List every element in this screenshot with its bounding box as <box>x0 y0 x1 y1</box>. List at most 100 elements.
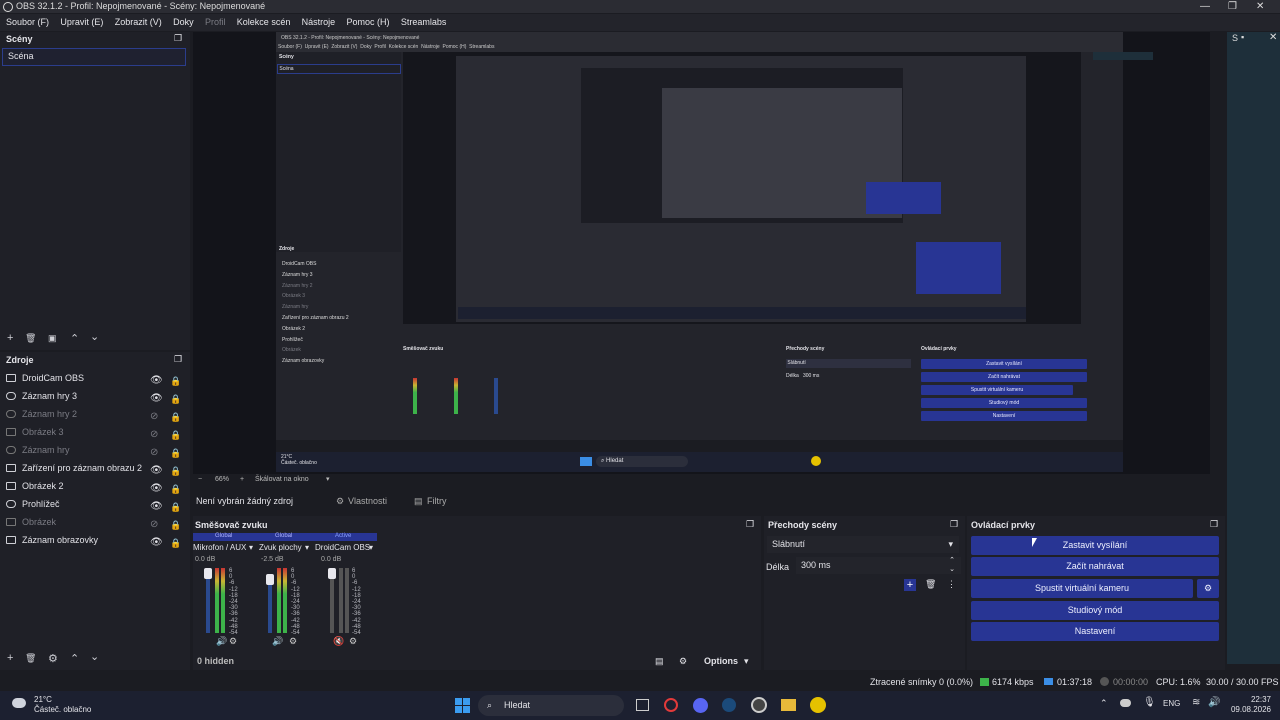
source-item[interactable]: Obrázek ⊘ 🔒 <box>0 513 190 531</box>
clock-date[interactable]: 09.08.2026 <box>1228 705 1271 714</box>
source-item[interactable]: Záznam obrazovky 👁 🔒 <box>0 531 190 549</box>
clock-time[interactable]: 22:37 <box>1243 695 1271 704</box>
menu-help[interactable]: Pomoc (H) <box>347 14 390 31</box>
channel-name[interactable]: DroidCam OBS <box>315 543 370 552</box>
weather-icon[interactable] <box>12 698 26 708</box>
move-up-icon[interactable]: ⌃ <box>70 332 79 345</box>
discord-icon[interactable] <box>693 698 708 713</box>
undock-icon[interactable]: ❐ <box>174 354 182 365</box>
chevron-down-icon[interactable]: ▾ <box>744 656 749 667</box>
filters-button[interactable]: Filtry <box>427 492 447 510</box>
menu-edit[interactable]: Upravit (E) <box>60 14 103 31</box>
zoom-out-button[interactable]: − <box>198 474 202 486</box>
start-virtual-camera-button[interactable]: Spustit virtuální kameru <box>971 579 1193 598</box>
stop-streaming-button[interactable]: Zastavit vysílání <box>971 536 1219 555</box>
speaker-muted-icon[interactable]: 🔇 <box>333 636 344 647</box>
opera-icon[interactable] <box>664 698 678 712</box>
close-button[interactable]: ✕ <box>1256 0 1264 13</box>
speaker-icon[interactable]: 🔊 <box>272 636 283 647</box>
volume-slider-handle[interactable] <box>204 568 212 579</box>
volume-slider-track[interactable] <box>206 570 210 633</box>
source-item[interactable]: Záznam hry ⊘ 🔒 <box>0 441 190 459</box>
options-button[interactable]: Options <box>704 656 738 666</box>
obs-taskbar-icon[interactable] <box>751 697 767 713</box>
chevron-down-icon[interactable]: ▾ <box>305 543 309 552</box>
channel-name[interactable]: Zvuk plochy <box>259 543 302 552</box>
undock-icon[interactable]: ❐ <box>1210 519 1218 530</box>
properties-button[interactable]: Vlastnosti <box>348 492 387 510</box>
add-transition-button[interactable]: + <box>904 579 916 591</box>
add-scene-button[interactable]: + <box>7 332 13 344</box>
lock-icon[interactable]: 🔒 <box>170 534 181 552</box>
undock-icon[interactable]: ❐ <box>950 519 958 530</box>
language-indicator[interactable]: ENG <box>1163 699 1180 708</box>
menu-docks[interactable]: Doky <box>173 14 194 31</box>
remove-scene-icon[interactable]: 🗑 <box>25 333 36 344</box>
move-up-icon[interactable]: ⌃ <box>70 652 79 665</box>
weather-temp[interactable]: 21°C <box>34 695 52 704</box>
source-item[interactable]: Obrázek 3 ⊘ 🔒 <box>0 423 190 441</box>
menu-tools[interactable]: Nástroje <box>302 14 336 31</box>
source-item[interactable]: Záznam hry 3 👁 🔒 <box>0 387 190 405</box>
volume-icon[interactable]: 🔊 <box>1208 697 1220 708</box>
undock-icon[interactable]: ❐ <box>746 519 754 530</box>
chevron-down-icon[interactable]: ▾ <box>326 474 330 486</box>
start-recording-button[interactable]: Začít nahrávat <box>971 557 1219 576</box>
close-icon[interactable]: ✕ <box>1269 32 1277 43</box>
task-view-icon[interactable] <box>636 699 649 711</box>
menu-profile[interactable]: Profil <box>205 14 226 31</box>
source-item[interactable]: Záznam hry 2 ⊘ 🔒 <box>0 405 190 423</box>
minimize-button[interactable]: — <box>1200 0 1210 13</box>
eye-icon[interactable]: 👁 <box>150 534 163 552</box>
volume-slider-track[interactable] <box>330 570 334 633</box>
taskbar-search[interactable]: ⌕ Hledat <box>478 695 624 716</box>
source-item[interactable]: DroidCam OBS 👁 🔒 <box>0 369 190 387</box>
chevron-down-icon[interactable]: ▾ <box>369 543 373 552</box>
cloud-icon[interactable] <box>1120 699 1131 707</box>
zoom-in-button[interactable]: + <box>240 474 244 486</box>
channel-name[interactable]: Mikrofon / AUX <box>193 543 246 552</box>
advanced-audio-icon[interactable]: ⚙ <box>679 656 687 667</box>
chevron-down-icon[interactable]: ▾ <box>249 543 253 552</box>
chevron-up-icon[interactable]: ⌃ <box>1100 698 1108 709</box>
volume-slider-handle[interactable] <box>328 568 336 579</box>
speaker-icon[interactable]: 🔊 <box>216 636 227 647</box>
weather-desc[interactable]: Částeč. oblačno <box>34 705 91 714</box>
maximize-button[interactable]: ❐ <box>1228 0 1237 13</box>
menu-streamlabs[interactable]: Streamlabs <box>401 14 447 31</box>
volume-slider-handle[interactable] <box>266 574 274 585</box>
microphone-icon[interactable]: 🎙 <box>1143 697 1156 708</box>
menu-view[interactable]: Zobrazit (V) <box>115 14 162 31</box>
app-icon[interactable] <box>810 697 826 713</box>
transition-select[interactable]: Slábnutí ▾ <box>767 536 959 553</box>
folder-icon[interactable] <box>781 699 796 711</box>
more-options-icon[interactable]: ⋮ <box>947 579 956 590</box>
monitor-settings-icon[interactable]: ⚙ <box>289 636 297 647</box>
undock-icon[interactable]: ❐ <box>174 33 182 44</box>
duration-spinbox[interactable]: 300 ms ⌃ ⌄ <box>796 557 961 574</box>
virtual-camera-settings-icon[interactable]: ⚙ <box>1197 579 1219 598</box>
undock-icon[interactable]: ▪ <box>1241 32 1244 42</box>
scene-item[interactable]: Scéna <box>2 48 186 66</box>
monitor-settings-icon[interactable]: ⚙ <box>349 636 357 647</box>
monitor-settings-icon[interactable]: ⚙ <box>229 636 237 647</box>
scene-filters-icon[interactable]: ▣ <box>48 333 57 344</box>
move-down-icon[interactable]: ⌄ <box>90 330 99 343</box>
wifi-icon[interactable]: ≋ <box>1192 697 1200 708</box>
preview-canvas[interactable]: OBS 32.1.2 - Profil: Nepojmenované - Scé… <box>193 32 1210 474</box>
mixer-layout-icon[interactable]: ▤ <box>655 656 664 667</box>
studio-mode-button[interactable]: Studiový mód <box>971 601 1219 620</box>
add-source-button[interactable]: + <box>7 652 13 664</box>
source-item[interactable]: Zařízení pro záznam obrazu 2 👁 🔒 <box>0 459 190 477</box>
source-item[interactable]: Obrázek 2 👁 🔒 <box>0 477 190 495</box>
remove-transition-icon[interactable]: 🗑 <box>925 579 936 590</box>
windows-start-icon[interactable] <box>455 698 471 713</box>
menu-file[interactable]: Soubor (F) <box>6 14 49 31</box>
settings-button[interactable]: Nastavení <box>971 622 1219 641</box>
scale-mode-select[interactable]: Škálovat na okno <box>255 474 309 486</box>
menu-scene-collection[interactable]: Kolekce scén <box>237 14 291 31</box>
source-item[interactable]: Prohlížeč 👁 🔒 <box>0 495 190 513</box>
move-down-icon[interactable]: ⌄ <box>90 650 99 663</box>
source-settings-icon[interactable]: ⚙ <box>48 652 58 665</box>
steam-icon[interactable] <box>722 698 736 712</box>
